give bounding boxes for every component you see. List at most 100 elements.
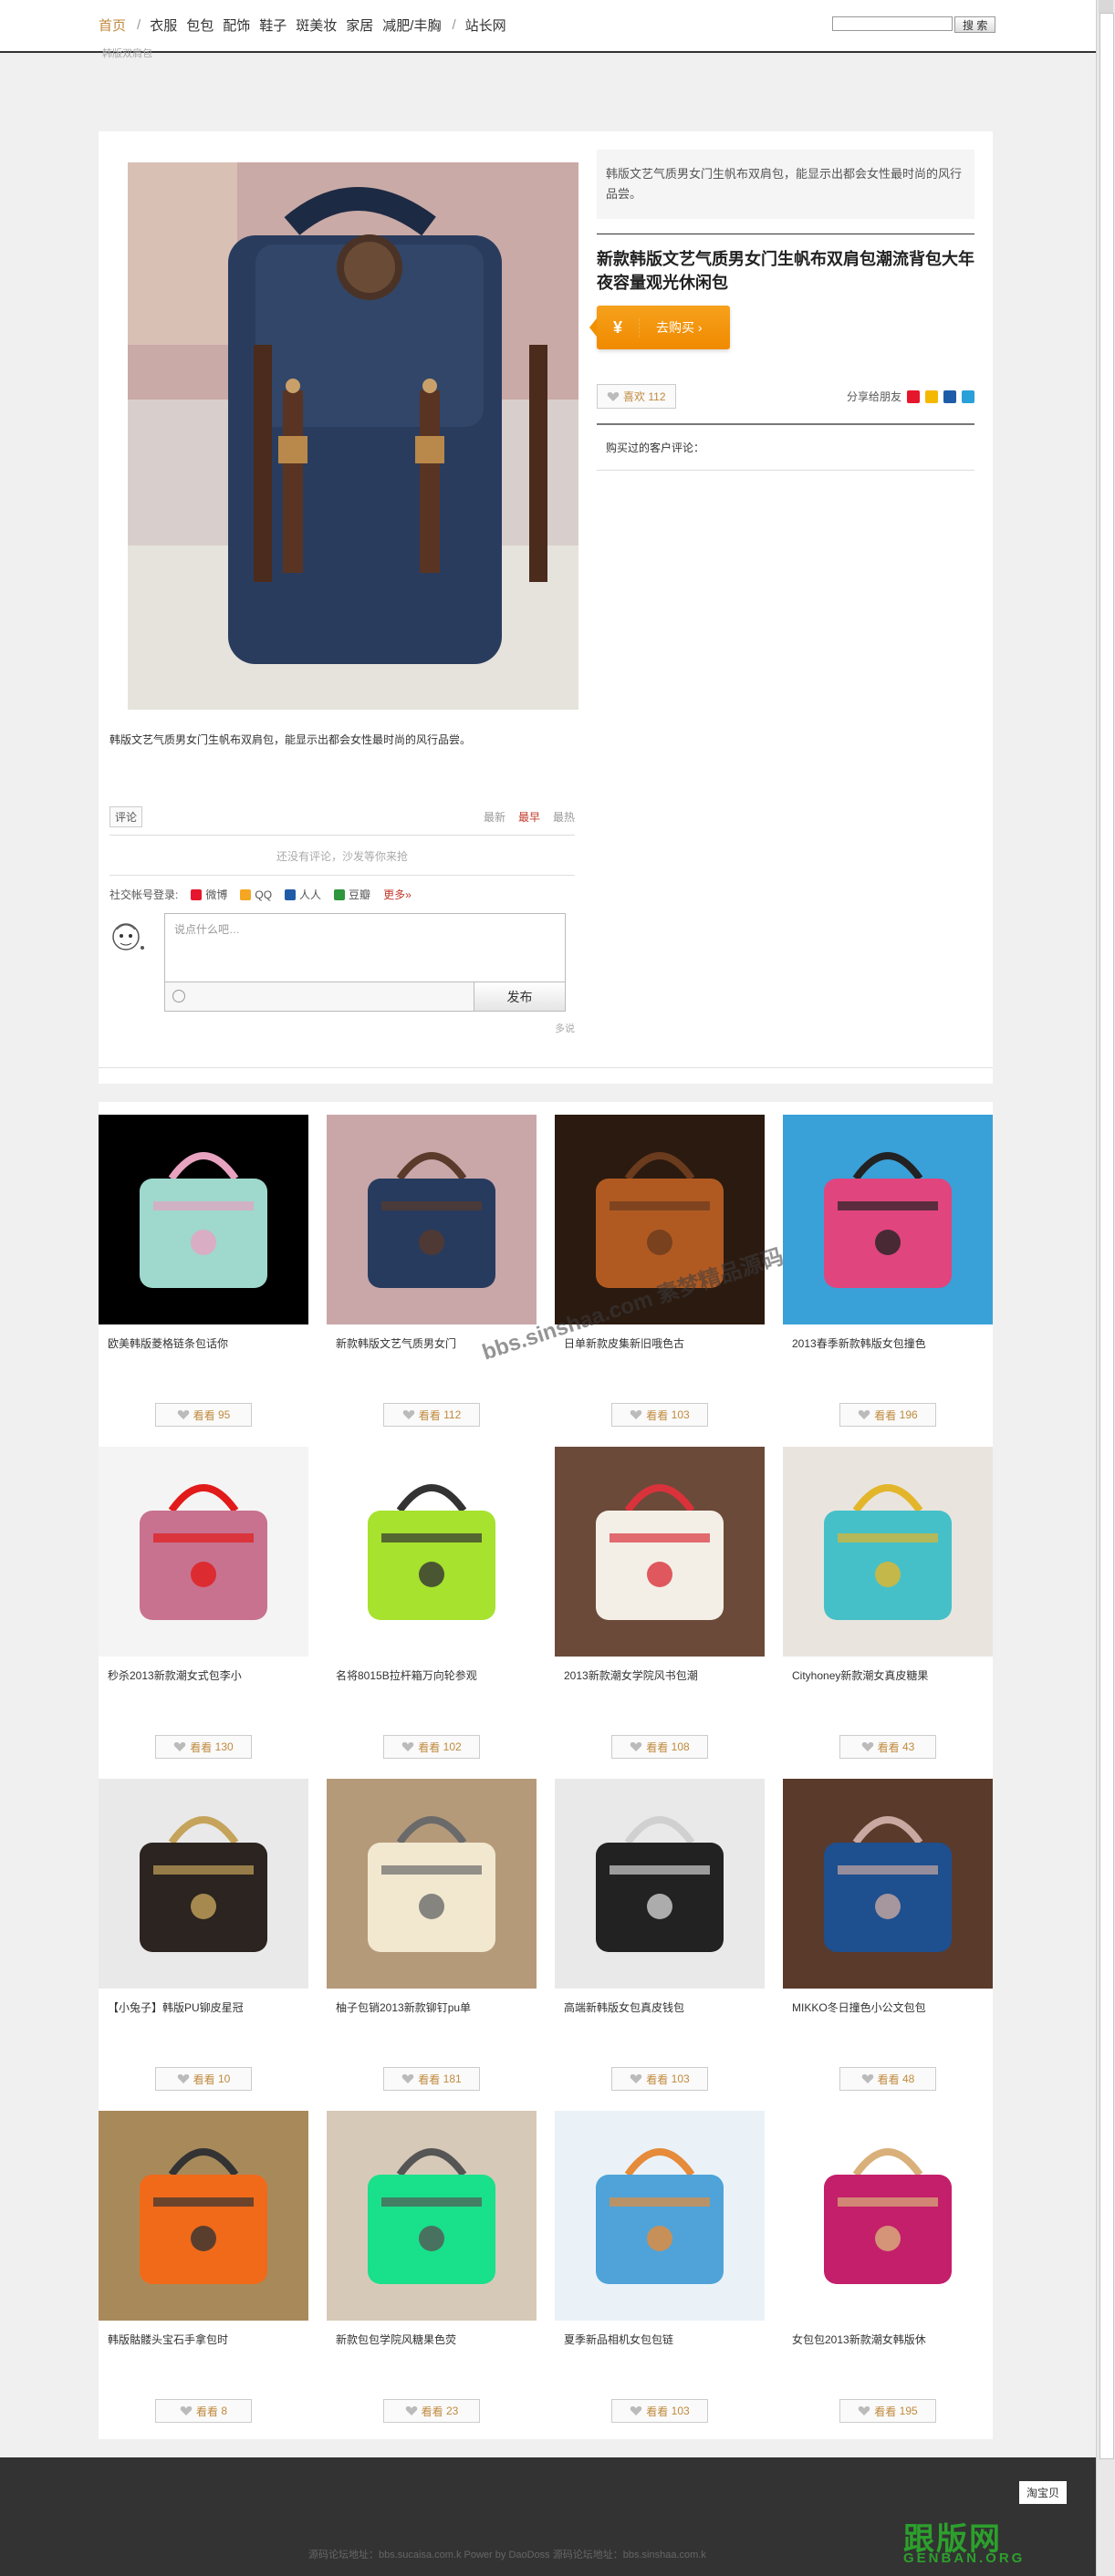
view-button[interactable]: 看看 181 [383, 2067, 480, 2091]
product-card[interactable]: 名将8015B拉杆箱万向轮参观看看 102 [327, 1447, 537, 1759]
scrollbar[interactable] [1096, 0, 1115, 2576]
taobao-tag[interactable]: 淘宝贝 [1019, 2481, 1068, 2504]
sort-option[interactable]: 最热 [553, 811, 575, 824]
weibo-share-icon[interactable] [907, 390, 920, 403]
comment-input[interactable]: 说点什么吧… [164, 913, 566, 982]
product-main-image[interactable] [128, 162, 578, 710]
view-button[interactable]: 看看 103 [611, 2067, 708, 2091]
product-name[interactable]: 2013春季新款韩版女包撞色 [783, 1335, 993, 1350]
product-card[interactable]: 女包包2013新款潮女韩版休看看 195 [783, 2111, 993, 2423]
social-login-item[interactable]: 人人 [285, 887, 321, 902]
view-button[interactable]: 看看 103 [611, 2399, 708, 2423]
product-card[interactable]: 柚子包销2013新款铆钉pu单看看 181 [327, 1779, 537, 2091]
product-name[interactable]: 高端新韩版女包真皮钱包 [555, 2000, 765, 2014]
product-card[interactable]: 欧美韩版菱格链条包话你看看 95 [99, 1115, 308, 1427]
nav-item[interactable]: 包包 [186, 16, 214, 35]
view-button[interactable]: 看看 108 [611, 1735, 708, 1759]
product-name[interactable]: 韩版骷髅头宝石手拿包时 [99, 2332, 308, 2346]
view-button[interactable]: 看看 130 [155, 1735, 252, 1759]
product-card[interactable]: 秒杀2013新款潮女式包李小看看 130 [99, 1447, 308, 1759]
tencent-share-icon[interactable] [962, 390, 974, 403]
nav-item[interactable]: 减肥/丰胸 [382, 16, 441, 35]
product-thumbnail[interactable] [783, 1779, 993, 1989]
product-thumbnail[interactable] [555, 1447, 765, 1657]
product-name[interactable]: 欧美韩版菱格链条包话你 [99, 1335, 308, 1350]
product-thumbnail[interactable] [99, 1115, 308, 1324]
product-name[interactable]: 【小兔子】韩版PU铆皮星冠 [99, 2000, 308, 2014]
comment-sort: 最新 最早 最热 [471, 809, 575, 825]
product-thumbnail[interactable] [783, 1447, 993, 1657]
nav-item[interactable]: 站长网 [465, 16, 506, 35]
product-card[interactable]: 新款韩版文艺气质男女门 看看 112 [327, 1115, 537, 1427]
view-button[interactable]: 看看 8 [155, 2399, 252, 2423]
scrollbar-arrow[interactable] [1099, 0, 1113, 13]
like-button[interactable]: 喜欢 112 [597, 384, 676, 409]
product-name[interactable]: MIKKO冬日撞色小公文包包 [783, 2000, 993, 2014]
product-name[interactable]: 名将8015B拉杆箱万向轮参观 [327, 1667, 537, 1682]
view-button[interactable]: 看看 102 [383, 1735, 480, 1759]
product-thumbnail[interactable] [99, 2111, 308, 2321]
product-name[interactable]: 女包包2013新款潮女韩版休 [783, 2332, 993, 2346]
product-thumbnail[interactable] [555, 2111, 765, 2321]
social-login-item[interactable]: 豆瓣 [334, 887, 370, 902]
product-thumbnail[interactable] [783, 1115, 993, 1324]
nav-item[interactable]: 配饰 [223, 16, 250, 35]
sort-option[interactable]: 最早 [518, 811, 540, 824]
renren-share-icon[interactable] [943, 390, 956, 403]
view-button[interactable]: 看看 112 [383, 1403, 480, 1427]
sort-option[interactable]: 最新 [484, 811, 505, 824]
share-bar: 分享给朋友 [847, 389, 974, 404]
product-card[interactable]: 韩版骷髅头宝石手拿包时看看 8 [99, 2111, 308, 2423]
product-card[interactable]: 【小兔子】韩版PU铆皮星冠看看 10 [99, 1779, 308, 2091]
view-button[interactable]: 看看 23 [383, 2399, 480, 2423]
post-comment-button[interactable]: 发布 [474, 982, 565, 1011]
qzone-share-icon[interactable] [925, 390, 938, 403]
product-thumbnail[interactable] [99, 1779, 308, 1989]
social-more-link[interactable]: 更多» [383, 887, 412, 902]
product-card[interactable]: MIKKO冬日撞色小公文包包看看 48 [783, 1779, 993, 2091]
product-name[interactable]: 柚子包销2013新款铆钉pu单 [327, 2000, 537, 2014]
product-card[interactable]: 夏季新品相机女包包链看看 103 [555, 2111, 765, 2423]
product-card[interactable]: Cityhoney新款潮女真皮糖果看看 43 [783, 1447, 993, 1759]
product-name[interactable]: Cityhoney新款潮女真皮糖果 [783, 1667, 993, 1682]
product-thumbnail[interactable] [99, 1447, 308, 1657]
social-login-item[interactable]: QQ [240, 887, 272, 902]
product-name[interactable]: 夏季新品相机女包包链 [555, 2332, 765, 2346]
product-card[interactable]: 2013春季新款韩版女包撞色看看 196 [783, 1115, 993, 1427]
heart-icon [405, 2406, 417, 2415]
view-button[interactable]: 看看 195 [839, 2399, 936, 2423]
search-button[interactable]: 搜 索 [954, 16, 996, 33]
comment-tab[interactable]: 评论 [109, 806, 143, 827]
buy-button[interactable]: ¥ 去购买 › [589, 306, 730, 349]
view-button[interactable]: 看看 10 [155, 2067, 252, 2091]
scrollbar-thumb[interactable] [1099, 13, 1114, 2459]
nav-item[interactable]: 首页 [99, 16, 126, 35]
search-input[interactable] [832, 16, 953, 31]
social-login-item[interactable]: 微博 [191, 887, 227, 902]
nav-item[interactable]: 斑美妆 [296, 16, 337, 35]
product-thumbnail[interactable] [327, 1779, 537, 1989]
powered-by-link[interactable]: 多说 [555, 1021, 575, 1035]
product-thumbnail[interactable] [327, 2111, 537, 2321]
product-name[interactable]: 2013新款潮女学院风书包潮 [555, 1667, 765, 1682]
product-thumbnail[interactable] [327, 1115, 537, 1324]
emoji-icon[interactable] [172, 990, 185, 1002]
product-name[interactable]: 日单新款皮集新旧哦色古 [555, 1335, 765, 1350]
nav-item[interactable]: 鞋子 [259, 16, 287, 35]
product-name[interactable]: 新款包包学院风糖果色荧 [327, 2332, 537, 2346]
product-card[interactable]: 新款包包学院风糖果色荧看看 23 [327, 2111, 537, 2423]
product-card[interactable]: 高端新韩版女包真皮钱包看看 103 [555, 1779, 765, 2091]
product-card[interactable]: 2013新款潮女学院风书包潮看看 108 [555, 1447, 765, 1759]
view-button[interactable]: 看看 95 [155, 1403, 252, 1427]
product-name[interactable]: 秒杀2013新款潮女式包李小 [99, 1667, 308, 1682]
product-thumbnail[interactable] [555, 1779, 765, 1989]
view-button[interactable]: 看看 43 [839, 1735, 936, 1759]
view-button[interactable]: 看看 48 [839, 2067, 936, 2091]
product-thumbnail[interactable] [327, 1447, 537, 1657]
nav-item[interactable]: 衣服 [150, 16, 177, 35]
social-login-label: 豆瓣 [349, 888, 371, 901]
view-button[interactable]: 看看 103 [611, 1403, 708, 1427]
nav-item[interactable]: 家居 [346, 16, 373, 35]
product-thumbnail[interactable] [783, 2111, 993, 2321]
view-button[interactable]: 看看 196 [839, 1403, 936, 1427]
